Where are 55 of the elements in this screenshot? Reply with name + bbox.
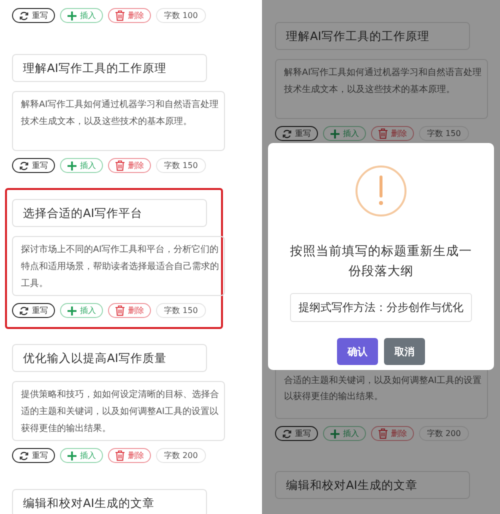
word-count-badge: 字数 200 <box>419 426 469 441</box>
delete-button[interactable]: 删除 <box>108 303 151 318</box>
trash-icon <box>115 450 125 461</box>
trash-icon <box>115 10 125 21</box>
trash-icon <box>378 428 388 439</box>
section-description-field[interactable]: 探讨市场上不同的AI写作工具和平台，分析它们的特点和适用场景，帮助读者选择最适合自己需求的工具。 <box>12 236 225 296</box>
plus-icon <box>67 306 77 316</box>
section-title-field[interactable]: 选择合适的AI写作平台 <box>12 199 207 227</box>
word-count-badge: 字数 150 <box>156 158 206 173</box>
rewrite-button[interactable]: 重写 <box>12 8 55 23</box>
plus-icon <box>67 160 77 170</box>
refresh-icon <box>282 428 292 438</box>
delete-button[interactable]: 删除 <box>108 448 151 463</box>
refresh-icon <box>19 10 29 20</box>
refresh-icon <box>19 160 29 170</box>
cancel-button[interactable]: 取消 <box>384 338 425 365</box>
warning-icon <box>355 165 407 217</box>
delete-button[interactable]: 删除 <box>371 426 414 441</box>
rewrite-button[interactable]: 重写 <box>12 303 55 318</box>
word-count-badge: 字数 150 <box>419 126 469 141</box>
insert-button[interactable]: 插入 <box>60 158 103 173</box>
section-title-field[interactable]: 编辑和校对AI生成的文章 <box>12 489 207 514</box>
refresh-icon <box>19 306 29 316</box>
trash-icon <box>378 128 388 139</box>
section-title-field[interactable]: 优化输入以提高AI写作质量 <box>12 344 207 372</box>
rewrite-button[interactable]: 重写 <box>12 158 55 173</box>
section-title-field[interactable]: 理解AI写作工具的工作原理 <box>275 22 470 50</box>
plus-icon <box>67 10 77 20</box>
confirm-button[interactable]: 确认 <box>337 338 378 365</box>
trash-icon <box>115 160 125 171</box>
rewrite-button[interactable]: 重写 <box>12 448 55 463</box>
word-count-badge: 字数 200 <box>156 448 206 463</box>
word-count-badge: 字数 100 <box>156 8 206 23</box>
section-description-field[interactable]: 解释AI写作工具如何通过机器学习和自然语言处理技术生成文本，以及这些技术的基本原理。 <box>275 59 488 119</box>
refresh-icon <box>19 450 29 460</box>
trash-icon <box>115 305 125 316</box>
insert-button[interactable]: 插入 <box>60 8 103 23</box>
title-input-field[interactable]: 提纲式写作方法：分步创作与优化 <box>290 293 472 322</box>
delete-button[interactable]: 删除 <box>108 158 151 173</box>
section-title-field[interactable]: 编辑和校对AI生成的文章 <box>275 471 470 499</box>
section-title-field[interactable]: 理解AI写作工具的工作原理 <box>12 54 207 82</box>
dialog-message: 按照当前填写的标题重新生成一份段落大纲 <box>289 242 473 280</box>
refresh-icon <box>282 128 292 138</box>
rewrite-button[interactable]: 重写 <box>275 126 318 141</box>
plus-icon <box>67 450 77 460</box>
insert-button[interactable]: 插入 <box>60 303 103 318</box>
word-count-badge: 字数 150 <box>156 303 206 318</box>
section-description-field[interactable]: 解释AI写作工具如何通过机器学习和自然语言处理技术生成文本，以及这些技术的基本原理。 <box>12 91 225 151</box>
insert-button[interactable]: 插入 <box>60 448 103 463</box>
plus-icon <box>330 428 340 438</box>
section-description-field[interactable]: 提供策略和技巧，如如何设定清晰的目标、选择合适的主题和关键词，以及如何调整AI工具的设置以获得更佳的输出结果。 <box>12 381 225 441</box>
plus-icon <box>330 128 340 138</box>
delete-button[interactable]: 删除 <box>108 8 151 23</box>
delete-button[interactable]: 删除 <box>371 126 414 141</box>
rewrite-button[interactable]: 重写 <box>275 426 318 441</box>
